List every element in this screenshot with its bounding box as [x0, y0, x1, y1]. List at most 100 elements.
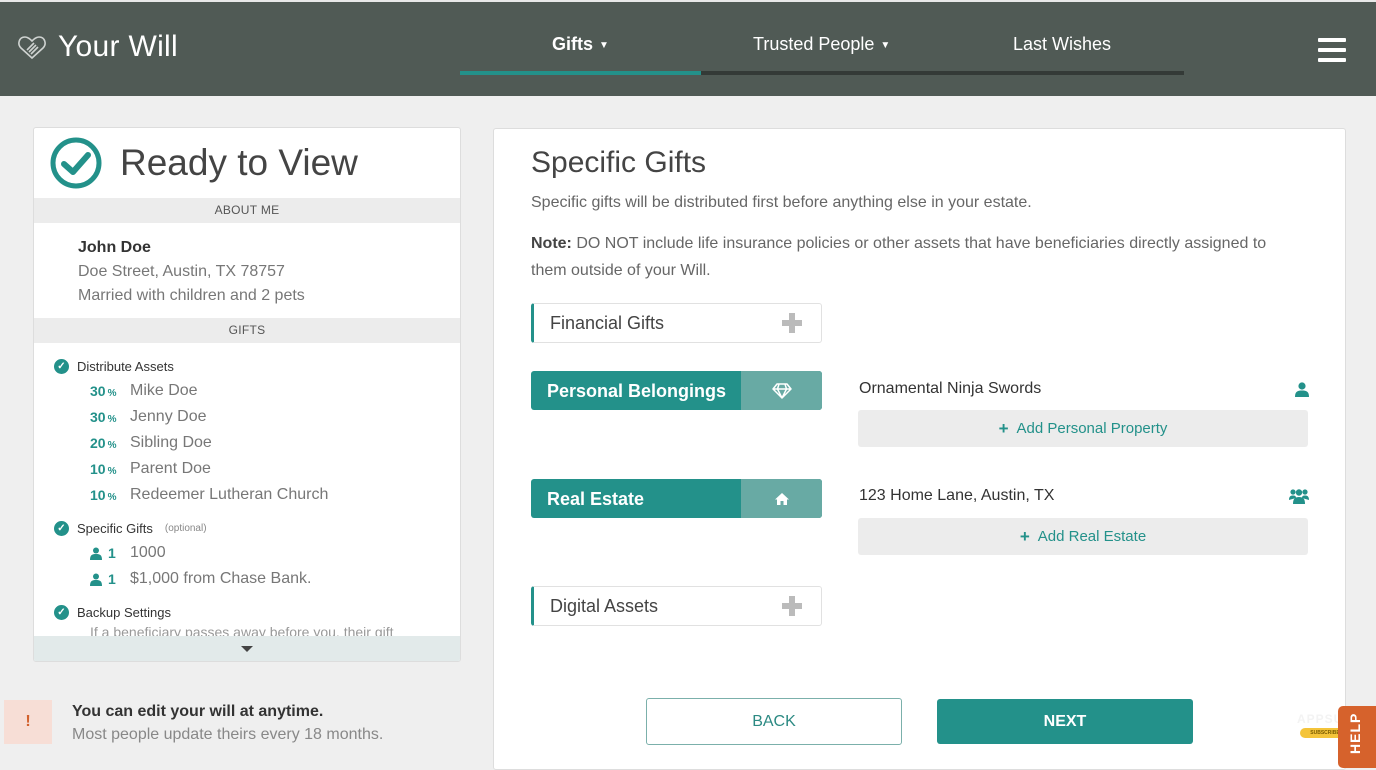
- beneficiary-percent: 20: [90, 435, 106, 451]
- add-real-estate-label: Add Real Estate: [1037, 528, 1147, 545]
- nav-last-wishes-label: Last Wishes: [1013, 34, 1112, 54]
- group-title: Specific Gifts: [77, 520, 153, 536]
- beneficiary-row: 10% Redeemer Lutheran Church: [90, 486, 329, 503]
- beneficiary-percent: 10: [90, 461, 106, 477]
- main-nav: Gifts ▼ Trusted People ▼ Last Wishes: [460, 2, 1184, 98]
- personal-property-item[interactable]: Ornamental Ninja Swords: [859, 377, 1309, 401]
- gift-text: 1000: [130, 544, 166, 561]
- category-real-estate[interactable]: Real Estate: [531, 479, 822, 518]
- add-personal-property-label: Add Personal Property: [1016, 420, 1168, 437]
- edit-notice: ! You can edit your will at anytime. Mos…: [4, 700, 383, 744]
- page-description: Specific gifts will be distributed first…: [531, 194, 1032, 211]
- caret-down-icon: ▼: [880, 39, 891, 51]
- category-label: Financial Gifts: [550, 313, 665, 333]
- nav-last-wishes[interactable]: Last Wishes: [1013, 34, 1111, 55]
- specific-gifts-panel: Specific Gifts Specific gifts will be di…: [493, 128, 1346, 770]
- status-header: Ready to View: [34, 128, 460, 198]
- gift-recipient-count: 1: [108, 571, 116, 587]
- beneficiary-row: 30% Mike Doe: [90, 382, 198, 399]
- caret-down-icon: ▼: [599, 39, 609, 51]
- page-title: Specific Gifts: [531, 146, 707, 179]
- will-summary-panel: Ready to View ABOUT ME John Doe Doe Stre…: [33, 127, 461, 662]
- beneficiary-percent: 30: [90, 383, 106, 399]
- beneficiary-row: 30% Jenny Doe: [90, 408, 207, 425]
- category-financial-gifts[interactable]: Financial Gifts: [531, 303, 822, 343]
- plus-icon: +: [998, 418, 1009, 438]
- check-circle-icon: ✓: [54, 520, 69, 536]
- app-title: Your Will: [58, 30, 178, 63]
- nav-trusted-people[interactable]: Trusted People ▼: [753, 34, 890, 55]
- category-personal-belongings[interactable]: Personal Belongings: [531, 371, 822, 410]
- progress-fill: [460, 71, 702, 75]
- alert-icon: !: [4, 700, 52, 744]
- beneficiary-row: 20% Sibling Doe: [90, 434, 212, 451]
- nav-gifts[interactable]: Gifts ▼: [552, 34, 609, 55]
- about-me-section[interactable]: John Doe Doe Street, Austin, TX 78757 Ma…: [34, 223, 460, 318]
- plus-icon: +: [1019, 526, 1030, 546]
- page-note: Note: DO NOT include life insurance poli…: [531, 230, 1301, 284]
- add-personal-property-button[interactable]: + Add Personal Property: [858, 410, 1308, 447]
- check-circle-icon: ✓: [54, 358, 69, 374]
- gift-row: 1 $1,000 from Chase Bank.: [54, 566, 460, 592]
- heart-hand-icon: [18, 36, 46, 60]
- beneficiary-name: Parent Doe: [130, 460, 211, 477]
- group-title: Backup Settings: [77, 604, 171, 620]
- category-label: Personal Belongings: [547, 381, 727, 401]
- note-text: DO NOT include life insurance policies o…: [531, 235, 1267, 279]
- notice-subtitle: Most people update theirs every 18 month…: [72, 726, 384, 743]
- gift-text: $1,000 from Chase Bank.: [130, 570, 312, 587]
- hamburger-menu-icon[interactable]: [1318, 38, 1346, 62]
- top-header: Your Will Gifts ▼ Trusted People ▼ Last Wi…: [0, 0, 1376, 96]
- next-button[interactable]: NEXT: [937, 699, 1193, 744]
- gift-row: 1 1000: [54, 540, 460, 566]
- backup-settings-group[interactable]: ✓ Backup Settings If a beneficiary passe…: [54, 600, 460, 640]
- person-address: Doe Street, Austin, TX 78757: [78, 263, 285, 280]
- beneficiary-name: Jenny Doe: [130, 408, 207, 425]
- about-me-heading: ABOUT ME: [34, 198, 460, 223]
- notice-title: You can edit your will at anytime.: [72, 703, 324, 720]
- real-estate-item[interactable]: 123 Home Lane, Austin, TX: [859, 484, 1309, 508]
- beneficiary-percent: 30: [90, 409, 106, 425]
- beneficiary-row: 10% Parent Doe: [90, 460, 211, 477]
- item-name: Ornamental Ninja Swords: [859, 380, 1042, 397]
- beneficiary-name: Sibling Doe: [130, 434, 212, 451]
- add-real-estate-button[interactable]: + Add Real Estate: [858, 518, 1308, 555]
- group-title: Distribute Assets: [77, 358, 174, 374]
- user-icon: [90, 573, 102, 586]
- optional-label: (optional): [164, 522, 207, 534]
- help-tab[interactable]: HELP: [1338, 706, 1376, 768]
- user-icon: [1295, 381, 1309, 397]
- gifts-heading: GIFTS: [34, 318, 460, 343]
- category-label: Digital Assets: [550, 596, 659, 616]
- beneficiary-name: Redeemer Lutheran Church: [130, 486, 329, 503]
- plus-icon: [781, 312, 803, 334]
- progress-track: [460, 71, 1184, 75]
- gift-recipient-count: 1: [108, 545, 116, 561]
- caret-down-icon: [241, 645, 253, 652]
- gifts-summary-list: ✓ Distribute Assets 30% Mike Doe 30% Jen…: [34, 343, 460, 661]
- category-label: Real Estate: [547, 489, 645, 509]
- beneficiary-percent: 10: [90, 487, 106, 503]
- nav-trusted-people-label: Trusted People: [753, 34, 875, 54]
- category-digital-assets[interactable]: Digital Assets: [531, 586, 822, 626]
- check-circle-icon: ✓: [54, 604, 69, 620]
- expand-summary-button[interactable]: [34, 636, 460, 661]
- brand[interactable]: Your Will: [16, 30, 178, 64]
- person-family: Married with children and 2 pets: [78, 287, 305, 304]
- person-name: John Doe: [78, 239, 151, 256]
- nav-gifts-label: Gifts: [552, 34, 594, 54]
- note-label: Note:: [531, 235, 572, 252]
- user-icon: [90, 547, 102, 560]
- diamond-icon: [741, 371, 822, 410]
- status-title: Ready to View: [120, 142, 358, 183]
- specific-gifts-group[interactable]: ✓ Specific Gifts (optional) 1 1000 1 $1,…: [54, 516, 460, 592]
- item-name: 123 Home Lane, Austin, TX: [859, 487, 1055, 504]
- help-label: HELP: [1347, 712, 1363, 754]
- check-circle-icon: [50, 137, 102, 189]
- distribute-assets-group[interactable]: ✓ Distribute Assets 30% Mike Doe 30% Jen…: [54, 354, 460, 508]
- home-icon: [741, 479, 822, 518]
- users-group-icon: [1289, 489, 1309, 504]
- back-button[interactable]: BACK: [646, 698, 902, 745]
- plus-icon: [781, 595, 803, 617]
- beneficiary-name: Mike Doe: [130, 382, 198, 399]
